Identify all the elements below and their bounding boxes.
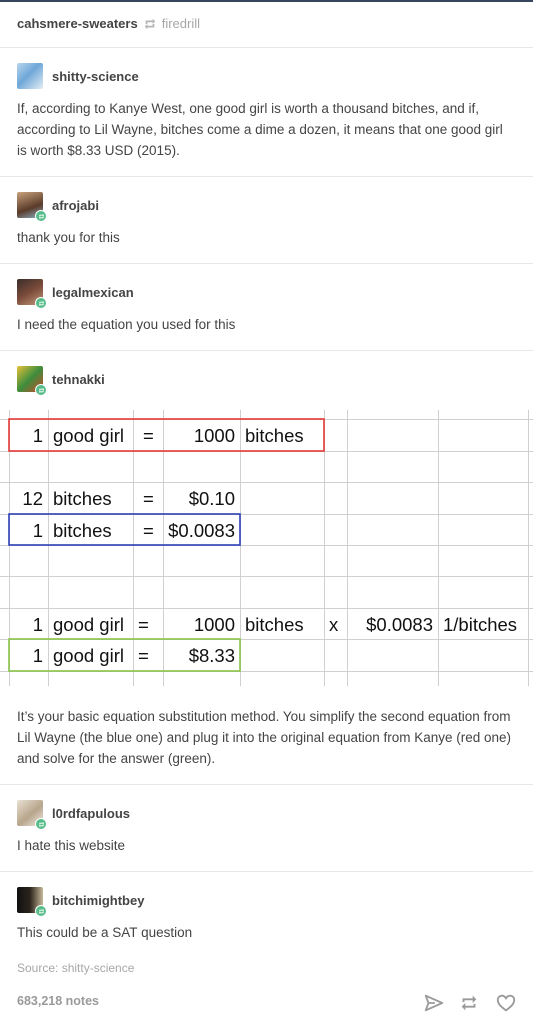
post-text: thank you for this (17, 230, 120, 245)
post-username[interactable]: shitty-science (52, 69, 139, 84)
sheet-cell: 12 (22, 488, 43, 509)
reblog-icon[interactable] (458, 992, 480, 1014)
reblogger-name[interactable]: cahsmere-sweaters (17, 16, 138, 31)
post-text: I need the equation you used for this (17, 317, 236, 332)
post-header: legalmexican (17, 279, 134, 309)
sheet-cell: bitches (245, 614, 304, 635)
sheet-cell: bitches (245, 425, 304, 446)
sheet-cell: good girl (53, 614, 124, 635)
sheet-cell: = (143, 488, 154, 509)
post-username[interactable]: l0rdfapulous (52, 806, 130, 821)
sheet-cell: good girl (53, 645, 124, 666)
divider (0, 784, 533, 785)
like-heart-icon[interactable] (495, 992, 517, 1014)
sheet-cell: 1 (32, 645, 43, 666)
post-header: afrojabi (17, 192, 99, 222)
divider (0, 263, 533, 264)
spreadsheet-image: 1 good girl = 1000 bitches 12 bitches = … (0, 410, 533, 686)
sheet-cell: $0.0083 (168, 520, 235, 541)
post-text: If, according to Kanye West, one good gi… (17, 101, 503, 158)
reblog-badge-icon (35, 384, 47, 396)
sheet-cell: = (143, 520, 154, 541)
sheet-cell: $8.33 (188, 645, 235, 666)
sheet-cell: 1 (32, 425, 43, 446)
sheet-cell: 1/bitches (443, 614, 518, 635)
avatar[interactable] (17, 800, 47, 830)
divider (0, 350, 533, 351)
sheet-cell: bitches (53, 520, 112, 541)
post-text: It’s your basic equation substitution me… (17, 709, 512, 766)
sheet-cell: $0.10 (188, 488, 235, 509)
post-text: I hate this website (17, 838, 126, 853)
avatar[interactable] (17, 366, 47, 396)
avatar[interactable] (17, 279, 47, 309)
post-header: bitchimightbey (17, 887, 144, 917)
sheet-cell: 1000 (193, 614, 235, 635)
post-header: tehnakki (17, 366, 105, 396)
source-link[interactable]: Source: shitty-science (17, 961, 134, 975)
post-username[interactable]: tehnakki (52, 372, 105, 387)
reblog-badge-icon (35, 905, 47, 917)
sheet-cell: = (138, 645, 149, 666)
reblog-badge-icon (35, 297, 47, 309)
sheet-cell: 1 (32, 614, 43, 635)
avatar[interactable] (17, 887, 47, 917)
post-username[interactable]: bitchimightbey (52, 893, 144, 908)
divider (0, 176, 533, 177)
post-header: l0rdfapulous (17, 800, 130, 830)
reblog-badge-icon (35, 818, 47, 830)
post-username[interactable]: legalmexican (52, 285, 134, 300)
divider (0, 871, 533, 872)
share-icon[interactable] (423, 992, 445, 1014)
post-username[interactable]: afrojabi (52, 198, 99, 213)
sheet-cell: x (329, 614, 339, 635)
sheet-cell: = (138, 614, 149, 635)
sheet-cell: 1 (32, 520, 43, 541)
divider (0, 47, 533, 48)
reblog-badge-icon (35, 210, 47, 222)
post-header: shitty-science (17, 63, 139, 89)
post-text: This could be a SAT question (17, 925, 193, 940)
sheet-cell: $0.0083 (366, 614, 433, 635)
reblog-icon (144, 18, 155, 29)
source-blog-name[interactable]: firedrill (162, 16, 200, 31)
notes-count[interactable]: 683,218 notes (17, 994, 99, 1008)
reblog-header: cahsmere-sweaters firedrill (17, 16, 200, 31)
sheet-cell: = (143, 425, 154, 446)
top-border (0, 0, 533, 2)
avatar[interactable] (17, 63, 43, 89)
sheet-cell: bitches (53, 488, 112, 509)
sheet-cell: good girl (53, 425, 124, 446)
avatar[interactable] (17, 192, 47, 222)
sheet-cell: 1000 (193, 425, 235, 446)
